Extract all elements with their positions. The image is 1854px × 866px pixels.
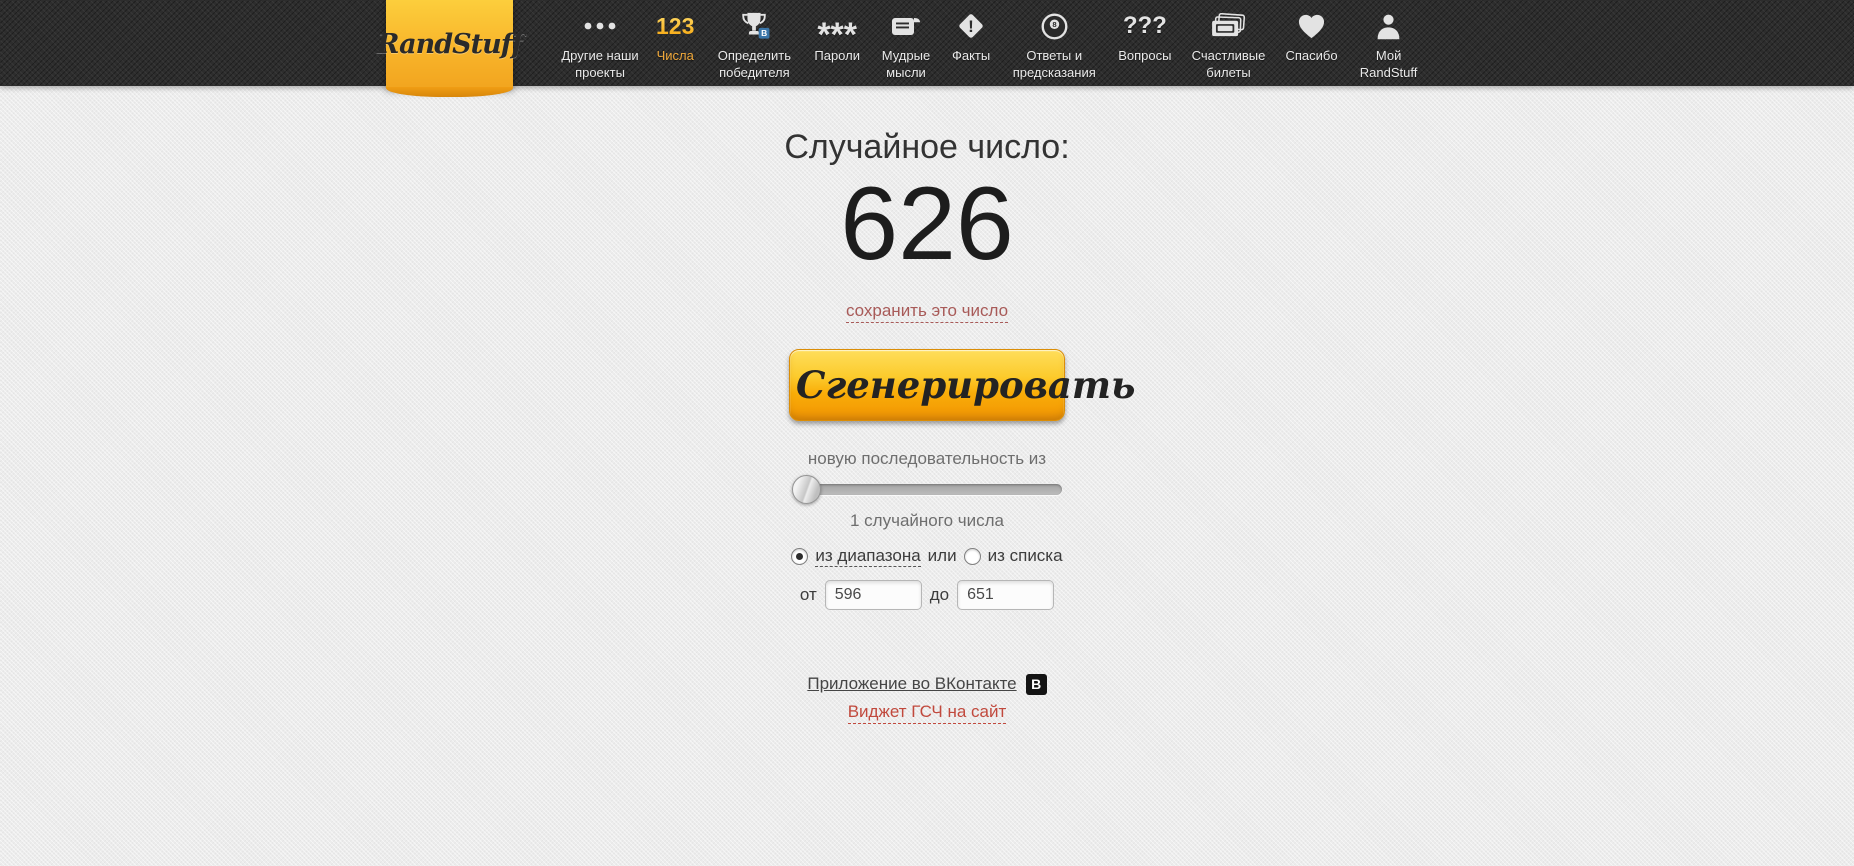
nav-label: Мудрые мысли: [881, 48, 931, 81]
range-inputs-row: от до: [0, 579, 1854, 610]
eight-ball-icon: 8: [1040, 8, 1069, 44]
nav-item-lucky-tickets[interactable]: Счастливые билеты: [1185, 8, 1271, 81]
dots-icon: [582, 8, 618, 44]
nav-label: Другие наши проекты: [561, 48, 639, 81]
heart-icon: [1296, 8, 1327, 44]
exclamation-glyph: !: [968, 17, 974, 36]
nav-item-questions[interactable]: ??? Вопросы: [1118, 8, 1171, 64]
or-label: или: [927, 546, 957, 566]
vk-icon[interactable]: В: [1025, 673, 1047, 695]
vk-badge-letter: В: [761, 28, 767, 38]
nav-label: Ответы и предсказания: [1012, 48, 1096, 81]
list-option-label[interactable]: из списка: [988, 546, 1063, 566]
logo-text: RandStuff: [377, 28, 523, 60]
slider-track[interactable]: [800, 483, 1062, 495]
widget-link[interactable]: Виджет ГСЧ на сайт: [847, 702, 1007, 724]
nav-label: Спасибо: [1285, 48, 1338, 63]
trophy-vk-icon: В: [738, 8, 770, 44]
nav-item-my-randstuff[interactable]: Мой RandStuff: [1352, 8, 1426, 81]
nav-item-answers-predictions[interactable]: 8 Ответы и предсказания: [1004, 8, 1104, 81]
vk-app-link[interactable]: Приложение во ВКонтакте: [807, 674, 1016, 694]
numbers-123-icon: 123: [656, 8, 694, 44]
range-option-link[interactable]: из диапазона: [815, 546, 921, 567]
nav-label: Счастливые билеты: [1191, 48, 1266, 81]
nav-item-passwords[interactable]: *** Пароли: [814, 8, 860, 64]
sequence-slider: [792, 474, 1062, 504]
content-area: Случайное число: 626 сохранить это число…: [0, 128, 1854, 724]
nav-item-pick-winner[interactable]: В Определить победителя: [708, 8, 800, 81]
source-options-row: из диапазона или из списка: [0, 546, 1854, 567]
nav-label: Мой RandStuff: [1359, 48, 1418, 81]
exclamation-diamond-icon: !: [955, 8, 987, 44]
logo-ribbon[interactable]: RandStuff: [377, 0, 523, 97]
nav-item-numbers[interactable]: 123 Числа: [656, 8, 694, 64]
from-label: от: [799, 584, 817, 604]
question-marks-icon: ???: [1122, 12, 1167, 39]
nav-item-thanks[interactable]: Спасибо: [1285, 8, 1338, 64]
eight-glyph: 8: [1052, 20, 1057, 29]
nav-label: Числа: [656, 48, 694, 63]
list-radio[interactable]: [963, 547, 981, 565]
asterisks-icon: ***: [817, 16, 858, 54]
user-icon: [1374, 8, 1403, 44]
top-navigation-bar: RandStuff Другие наши проекты 123 Числа: [0, 0, 1854, 97]
range-radio[interactable]: [791, 547, 809, 565]
tickets-icon: [1211, 8, 1246, 44]
nav-label: Определить победителя: [717, 48, 792, 81]
to-label: до: [929, 584, 950, 604]
nav-label: Факты: [951, 48, 991, 63]
sequence-label: новую последовательность из: [807, 448, 1047, 468]
nav-item-wise-thoughts[interactable]: Мудрые мысли: [874, 8, 938, 81]
save-number-link[interactable]: сохранить это число: [845, 301, 1009, 323]
scroll-icon: [890, 8, 922, 44]
nav-item-other-projects[interactable]: Другие наши проекты: [558, 8, 642, 81]
slider-knob[interactable]: [792, 474, 821, 504]
page-title: Случайное число:: [784, 128, 1070, 166]
to-input[interactable]: [957, 579, 1055, 610]
nav-item-facts[interactable]: ! Факты: [952, 8, 990, 64]
from-input[interactable]: [824, 579, 922, 610]
nav-label: Вопросы: [1118, 48, 1172, 63]
generate-button[interactable]: Сгенерировать: [789, 348, 1135, 421]
random-number-value: 626: [840, 166, 1014, 282]
main-nav: Другие наши проекты 123 Числа В Определи…: [558, 0, 1426, 94]
footer-links: Приложение во ВКонтакте В Виджет ГСЧ на …: [0, 673, 1854, 724]
count-label: 1 случайного числа: [850, 510, 1004, 530]
